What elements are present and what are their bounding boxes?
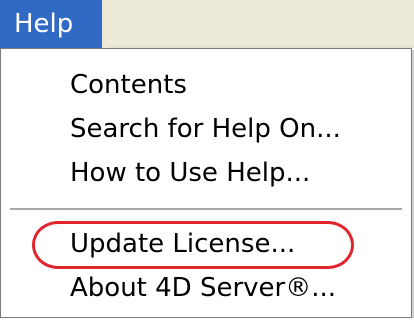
menu-item-contents[interactable]: Contents [70,64,187,106]
menu-separator [10,208,402,211]
menu-help-title[interactable]: Help [0,0,102,48]
menu-item-about-4d-server[interactable]: About 4D Server®... [70,267,336,309]
menu-item-update-license[interactable]: Update License... [70,223,295,265]
menu-item-how-to-use-help[interactable]: How to Use Help... [70,152,310,194]
menu-item-search-for-help-on[interactable]: Search for Help On... [70,108,341,150]
